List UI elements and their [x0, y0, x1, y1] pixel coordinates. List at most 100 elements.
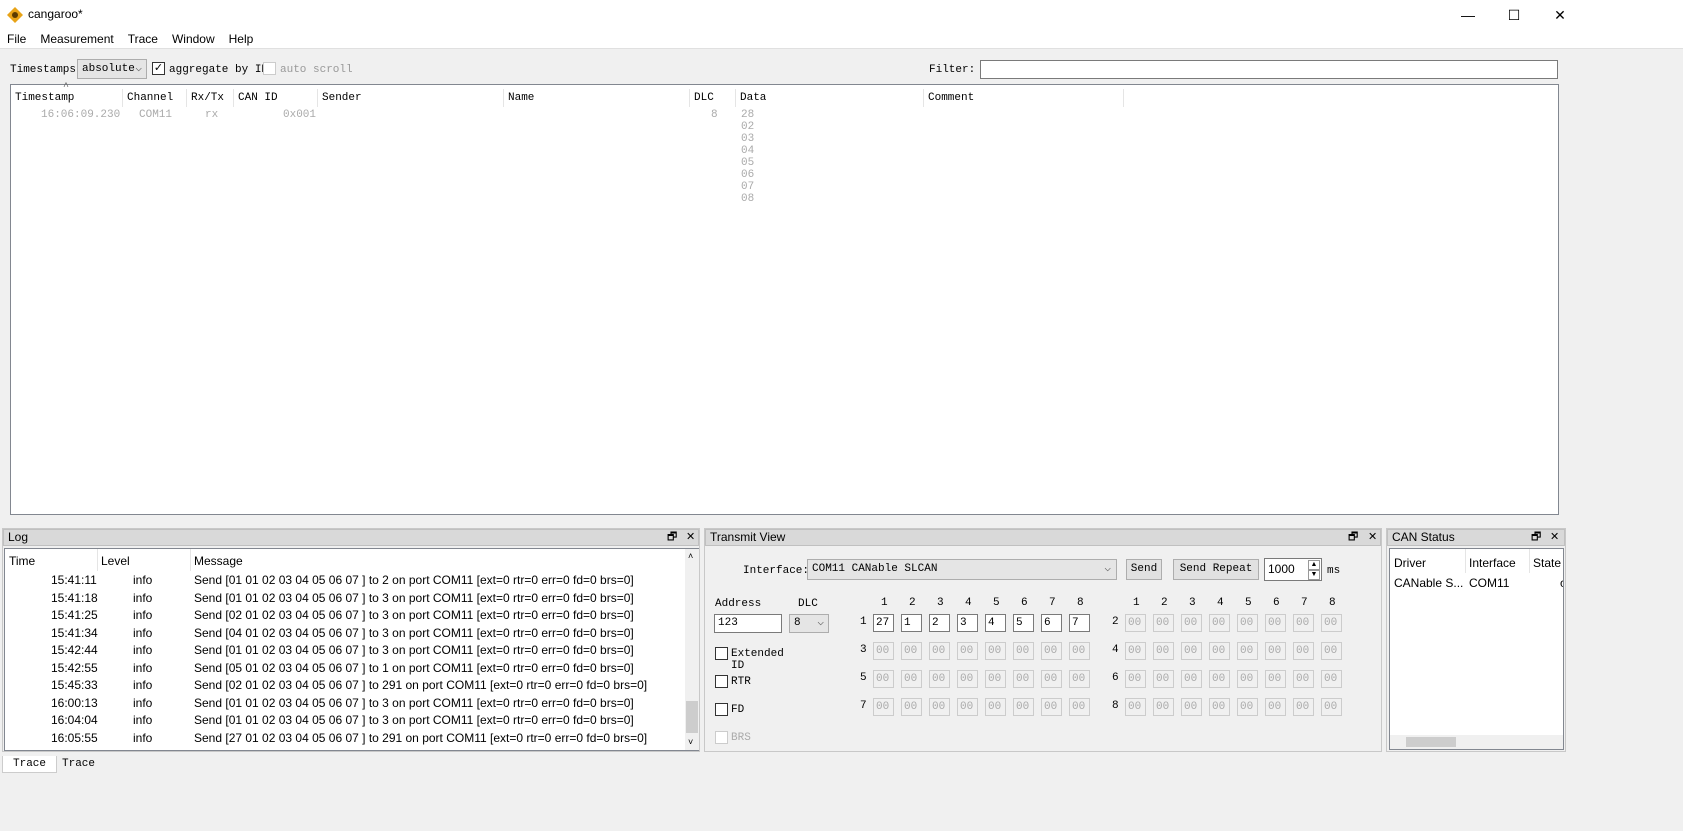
trace-table[interactable]: ^ Timestamp Channel Rx/Tx CAN ID Sender Name D…	[10, 82, 1559, 515]
chevron-down-icon: ⌵	[1104, 563, 1111, 575]
interface-label: Interface:	[743, 565, 810, 577]
close-icon[interactable]: ✕	[686, 530, 695, 545]
byte-input[interactable]: 3	[957, 614, 978, 632]
trace-col-rx-tx[interactable]: Rx/Tx	[187, 89, 234, 107]
trace-col-data[interactable]: Data	[736, 89, 924, 107]
brs-checkbox[interactable]	[715, 730, 728, 745]
scroll-thumb[interactable]	[1406, 737, 1456, 747]
float-icon[interactable]: 🗗	[667, 530, 677, 545]
byte-input[interactable]: 4	[985, 614, 1006, 632]
checkbox-icon	[263, 62, 276, 76]
trace-col-can-id[interactable]: CAN ID	[234, 89, 318, 107]
log-row[interactable]: 16:04:04 info Send [01 01 02 03 04 05 06 0…	[5, 713, 695, 731]
trace-col-name[interactable]: Name	[504, 89, 690, 107]
dlc-select[interactable]: 8 ⌵	[789, 614, 829, 633]
log-table[interactable]: Time Level Message 15:41:11 info Send [01 …	[4, 548, 699, 751]
maximize-button[interactable]: ☐	[1491, 0, 1537, 30]
log-scrollbar[interactable]: ˄ ˅	[685, 549, 699, 750]
log-message: Send [02 01 02 03 04 05 06 07 ] to 3 on …	[194, 608, 634, 622]
byte-input[interactable]: 5	[1013, 614, 1034, 632]
interface-cell: COM11	[1469, 576, 1510, 590]
log-dock: Log 🗗 ✕ Time Level Message 15:41:11 info Se…	[2, 528, 700, 752]
spin-down-icon[interactable]: ▼	[1308, 570, 1320, 580]
log-row[interactable]: 15:41:18 info Send [01 01 02 03 04 05 06 0…	[5, 591, 695, 609]
repeat-interval-value: 1000	[1268, 562, 1295, 576]
log-row[interactable]: 16:00:13 info Send [01 01 02 03 04 05 06 0…	[5, 696, 695, 714]
byte-column-header: 2	[1161, 597, 1168, 609]
tab-trace-1[interactable]: Trace	[2, 756, 58, 773]
scroll-down-icon[interactable]: ˅	[688, 737, 693, 747]
log-time: 15:41:34	[51, 625, 98, 640]
float-icon[interactable]: 🗗	[1531, 530, 1541, 545]
menu-measurement[interactable]: Measurement	[33, 30, 120, 46]
byte-input[interactable]: 1	[901, 614, 922, 632]
log-row[interactable]: 15:45:33 info Send [02 01 02 03 04 05 06 0…	[5, 678, 695, 696]
log-time: 15:41:11	[51, 573, 97, 587]
extended-id-checkbox[interactable]	[715, 646, 728, 661]
send-button[interactable]: Send	[1126, 559, 1162, 580]
byte-input: 00	[1153, 642, 1174, 660]
trace-col-sender[interactable]: Sender	[318, 89, 504, 107]
log-row[interactable]: 15:42:44 info Send [01 01 02 03 04 05 06 0…	[5, 643, 695, 661]
aggregate-checkbox[interactable]: ✓	[152, 61, 165, 76]
trace-col-dlc[interactable]: DLC	[690, 89, 736, 107]
trace-col-comment[interactable]: Comment	[924, 89, 1124, 107]
address-input[interactable]: 123	[714, 614, 782, 633]
kangaroo-logo-icon	[7, 7, 23, 23]
menu-help[interactable]: Help	[222, 30, 261, 46]
byte-input: 00	[901, 670, 922, 688]
menu-trace[interactable]: Trace	[121, 30, 165, 46]
timestamps-label: Timestamps:	[10, 64, 83, 76]
byte-input[interactable]: 27	[873, 614, 894, 632]
log-row[interactable]: 15:41:25 info Send [02 01 02 03 04 05 06 0…	[5, 608, 695, 626]
title-bar: cangaroo* — ☐ ✕	[0, 0, 1683, 30]
repeat-interval-spinbox[interactable]: 1000 ▲ ▼	[1264, 558, 1322, 581]
trace-col-channel[interactable]: Channel	[123, 89, 187, 107]
menu-window[interactable]: Window	[165, 30, 222, 46]
send-repeat-button[interactable]: Send Repeat	[1173, 559, 1259, 580]
byte-row-label: 6	[1112, 672, 1119, 684]
float-icon[interactable]: 🗗	[1348, 530, 1358, 545]
log-level: info	[133, 695, 153, 710]
byte-input: 00	[1125, 642, 1146, 660]
log-row[interactable]: 15:41:11 info Send [01 01 02 03 04 05 06 0…	[5, 573, 695, 591]
filter-input[interactable]	[980, 60, 1558, 79]
close-icon[interactable]: ✕	[1550, 530, 1559, 545]
fd-checkbox[interactable]	[715, 702, 728, 717]
chevron-down-icon: ⌵	[817, 617, 824, 629]
log-row[interactable]: 15:42:55 info Send [05 01 02 03 04 05 06 0…	[5, 661, 695, 679]
byte-row-label: 7	[860, 700, 867, 712]
tab-trace-2[interactable]: Trace	[52, 756, 105, 773]
close-icon[interactable]: ✕	[1368, 530, 1377, 545]
minimize-button[interactable]: —	[1445, 0, 1491, 30]
byte-input[interactable]: 7	[1069, 614, 1090, 632]
col-state: State	[1533, 556, 1562, 570]
log-dock-header: Log 🗗 ✕	[3, 529, 699, 546]
trace-cell-dlc: 8	[711, 109, 718, 121]
rtr-checkbox[interactable]	[715, 674, 728, 689]
byte-input: 00	[1265, 614, 1286, 632]
log-row[interactable]: 15:41:34 info Send [04 01 02 03 04 05 06 0…	[5, 626, 695, 644]
spin-up-icon[interactable]: ▲	[1308, 560, 1320, 570]
can-status-table[interactable]: Driver Interface State CANable S... COM1…	[1389, 548, 1564, 750]
log-level: info	[133, 590, 153, 605]
byte-input: 00	[1181, 614, 1202, 632]
byte-row-label: 8	[1112, 700, 1119, 712]
menu-file[interactable]: File	[0, 30, 33, 46]
horizontal-scrollbar[interactable]	[1390, 735, 1563, 749]
timestamps-select[interactable]: absolute ⌵	[77, 59, 147, 79]
log-row[interactable]: 16:05:55 info Send [27 01 02 03 04 05 06 0…	[5, 731, 695, 749]
byte-input: 00	[1237, 670, 1258, 688]
trace-col-timestamp[interactable]: Timestamp	[11, 89, 123, 107]
driver-cell: CANable S...	[1394, 576, 1464, 590]
scroll-thumb[interactable]	[686, 701, 698, 733]
byte-input[interactable]: 6	[1041, 614, 1062, 632]
close-button[interactable]: ✕	[1537, 0, 1583, 30]
chevron-down-icon: ⌵	[135, 63, 142, 75]
byte-input[interactable]: 2	[929, 614, 950, 632]
scroll-up-icon[interactable]: ˄	[688, 551, 693, 561]
autoscroll-checkbox[interactable]	[263, 61, 276, 76]
log-message: Send [01 01 02 03 04 05 06 07 ] to 2 on …	[194, 573, 634, 587]
interface-select[interactable]: COM11 CANable SLCAN ⌵	[807, 559, 1117, 580]
col-interface: Interface	[1469, 556, 1516, 570]
